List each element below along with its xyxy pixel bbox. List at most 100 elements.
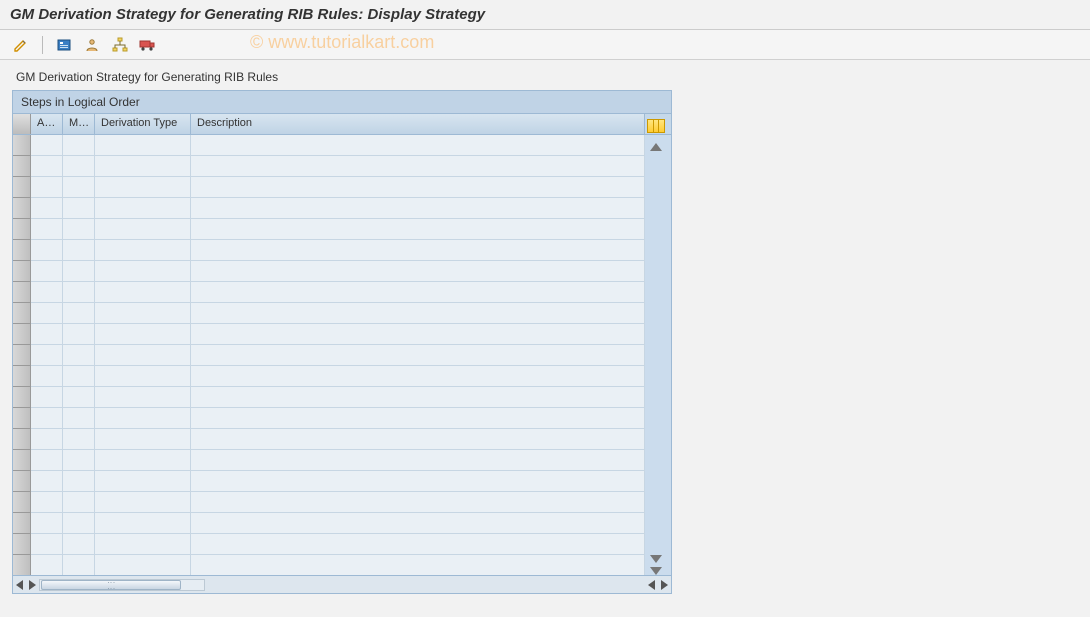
- row-selector[interactable]: [13, 429, 31, 450]
- cell-ac[interactable]: [31, 282, 63, 303]
- scroll-down-icon[interactable]: [650, 555, 662, 563]
- cell-ac[interactable]: [31, 219, 63, 240]
- cell-ac[interactable]: [31, 198, 63, 219]
- cell-derivation[interactable]: [95, 450, 191, 471]
- cell-derivation[interactable]: [95, 513, 191, 534]
- user-icon[interactable]: [83, 36, 101, 54]
- scroll-up-icon[interactable]: [650, 143, 662, 151]
- row-selector[interactable]: [13, 471, 31, 492]
- cell-derivation[interactable]: [95, 282, 191, 303]
- row-selector[interactable]: [13, 492, 31, 513]
- table-row[interactable]: [13, 345, 671, 366]
- cell-description[interactable]: [191, 471, 645, 492]
- hscroll-right2-icon[interactable]: [661, 580, 668, 590]
- cell-derivation[interactable]: [95, 240, 191, 261]
- col-header-ma[interactable]: Ma...: [63, 114, 95, 134]
- row-selector[interactable]: [13, 219, 31, 240]
- cell-derivation[interactable]: [95, 387, 191, 408]
- cell-ma[interactable]: [63, 198, 95, 219]
- cell-ac[interactable]: [31, 261, 63, 282]
- cell-description[interactable]: [191, 198, 645, 219]
- table-row[interactable]: [13, 471, 671, 492]
- cell-description[interactable]: [191, 429, 645, 450]
- row-selector[interactable]: [13, 135, 31, 156]
- cell-ma[interactable]: [63, 555, 95, 575]
- col-header-ac[interactable]: Ac...: [31, 114, 63, 134]
- hscroll-thumb[interactable]: [41, 580, 181, 590]
- table-row[interactable]: [13, 240, 671, 261]
- table-settings-icon[interactable]: [647, 119, 665, 133]
- cell-derivation[interactable]: [95, 534, 191, 555]
- row-selector[interactable]: [13, 534, 31, 555]
- table-row[interactable]: [13, 198, 671, 219]
- cell-description[interactable]: [191, 555, 645, 575]
- cell-derivation[interactable]: [95, 429, 191, 450]
- cell-description[interactable]: [191, 492, 645, 513]
- row-selector[interactable]: [13, 282, 31, 303]
- cell-derivation[interactable]: [95, 177, 191, 198]
- cell-ac[interactable]: [31, 534, 63, 555]
- scroll-down-page-icon[interactable]: [650, 567, 662, 575]
- cell-ac[interactable]: [31, 135, 63, 156]
- cell-derivation[interactable]: [95, 492, 191, 513]
- cell-ma[interactable]: [63, 471, 95, 492]
- cell-ma[interactable]: [63, 303, 95, 324]
- cell-derivation[interactable]: [95, 366, 191, 387]
- row-selector[interactable]: [13, 324, 31, 345]
- cell-ac[interactable]: [31, 450, 63, 471]
- cell-ac[interactable]: [31, 408, 63, 429]
- cell-description[interactable]: [191, 219, 645, 240]
- row-selector[interactable]: [13, 387, 31, 408]
- row-selector[interactable]: [13, 555, 31, 575]
- cell-derivation[interactable]: [95, 156, 191, 177]
- row-selector[interactable]: [13, 345, 31, 366]
- row-selector[interactable]: [13, 513, 31, 534]
- col-header-description[interactable]: Description: [191, 114, 645, 134]
- cell-derivation[interactable]: [95, 219, 191, 240]
- cell-description[interactable]: [191, 156, 645, 177]
- cell-ac[interactable]: [31, 177, 63, 198]
- table-row[interactable]: [13, 177, 671, 198]
- cell-ma[interactable]: [63, 156, 95, 177]
- cell-derivation[interactable]: [95, 555, 191, 575]
- cell-ma[interactable]: [63, 177, 95, 198]
- cell-ac[interactable]: [31, 240, 63, 261]
- cell-description[interactable]: [191, 303, 645, 324]
- cell-derivation[interactable]: [95, 135, 191, 156]
- row-selector[interactable]: [13, 177, 31, 198]
- table-row[interactable]: [13, 219, 671, 240]
- cell-description[interactable]: [191, 240, 645, 261]
- cell-ma[interactable]: [63, 282, 95, 303]
- table-row[interactable]: [13, 366, 671, 387]
- row-selector[interactable]: [13, 408, 31, 429]
- table-row[interactable]: [13, 450, 671, 471]
- cell-description[interactable]: [191, 324, 645, 345]
- table-row[interactable]: [13, 387, 671, 408]
- cell-ac[interactable]: [31, 366, 63, 387]
- table-row[interactable]: [13, 555, 671, 575]
- hscroll-track[interactable]: [39, 579, 205, 591]
- row-selector[interactable]: [13, 366, 31, 387]
- table-row[interactable]: [13, 135, 671, 156]
- table-row[interactable]: [13, 534, 671, 555]
- cell-ac[interactable]: [31, 156, 63, 177]
- row-selector[interactable]: [13, 198, 31, 219]
- cell-ac[interactable]: [31, 513, 63, 534]
- cell-ma[interactable]: [63, 366, 95, 387]
- detail-icon[interactable]: [55, 36, 73, 54]
- cell-description[interactable]: [191, 513, 645, 534]
- cell-ma[interactable]: [63, 324, 95, 345]
- hscroll-left2-icon[interactable]: [648, 580, 655, 590]
- cell-description[interactable]: [191, 408, 645, 429]
- cell-ma[interactable]: [63, 135, 95, 156]
- cell-description[interactable]: [191, 450, 645, 471]
- table-row[interactable]: [13, 492, 671, 513]
- cell-description[interactable]: [191, 387, 645, 408]
- transport-icon[interactable]: [139, 36, 157, 54]
- table-row[interactable]: [13, 261, 671, 282]
- cell-description[interactable]: [191, 366, 645, 387]
- cell-derivation[interactable]: [95, 408, 191, 429]
- cell-derivation[interactable]: [95, 198, 191, 219]
- cell-ma[interactable]: [63, 450, 95, 471]
- hscroll-right-icon[interactable]: [29, 580, 36, 590]
